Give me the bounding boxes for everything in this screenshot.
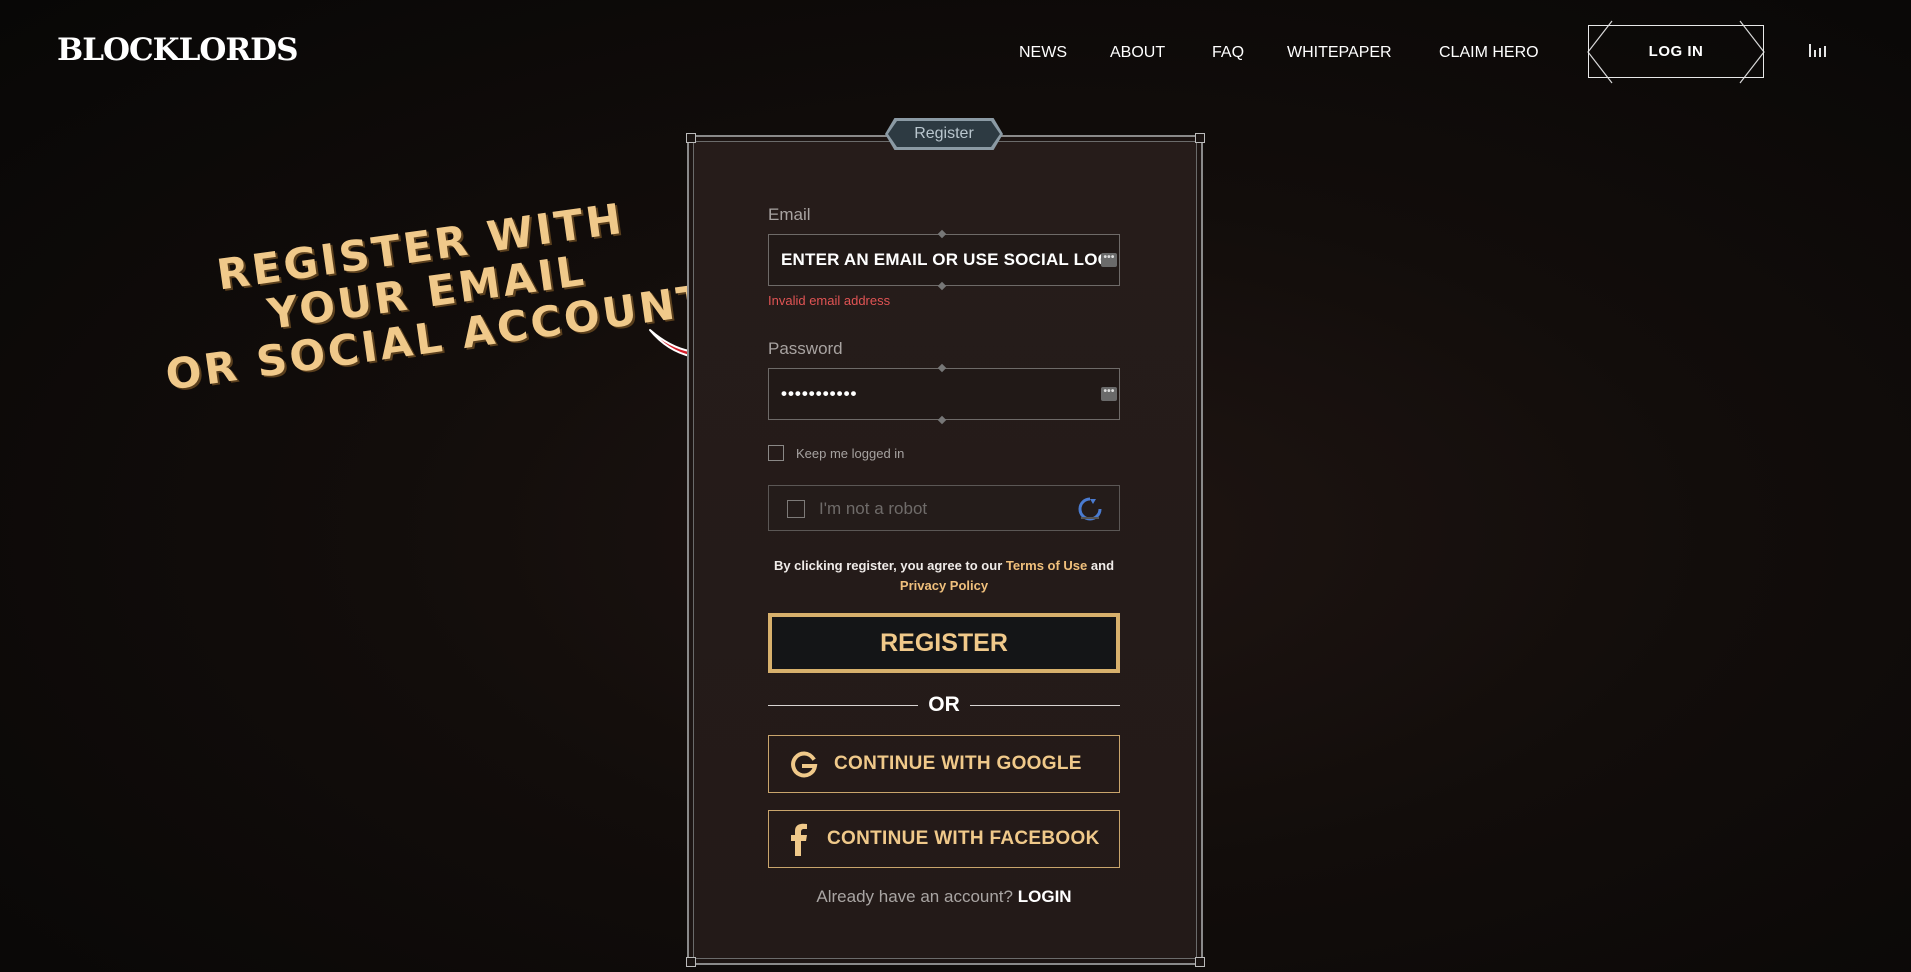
email-error: Invalid email address: [768, 293, 891, 308]
panel-corner: [686, 133, 696, 143]
panel-corner: [686, 957, 696, 967]
password-manager-icon[interactable]: •••: [1101, 253, 1117, 267]
login-link[interactable]: LOGIN: [1018, 887, 1072, 906]
nav-whitepaper[interactable]: WHITEPAPER: [1287, 44, 1392, 62]
recaptcha-icon: [1078, 497, 1102, 521]
google-button-label: CONTINUE WITH GOOGLE: [834, 753, 1082, 774]
terms-and: and: [1090, 558, 1115, 573]
captcha-label: I'm not a robot: [819, 499, 928, 518]
email-field[interactable]: ENTER AN EMAIL OR USE SOCIAL LOGIN •••: [768, 229, 1120, 291]
terms-prefix: By clicking register, you agree to our: [773, 558, 1003, 573]
password-value: •••••••••••: [781, 384, 858, 403]
nav-about[interactable]: ABOUT: [1110, 44, 1165, 62]
panel-corner: [1195, 957, 1205, 967]
privacy-policy-link[interactable]: Privacy Policy: [900, 578, 988, 593]
nav-news[interactable]: NEWS: [1019, 44, 1067, 62]
captcha-checkbox[interactable]: [787, 500, 805, 518]
audio-bars-icon[interactable]: [1808, 44, 1828, 58]
register-button[interactable]: REGISTER: [768, 613, 1120, 673]
panel-corner: [1195, 133, 1205, 143]
or-divider: OR: [768, 693, 1120, 719]
keep-logged-in-label: Keep me logged in: [796, 445, 905, 461]
google-button[interactable]: CONTINUE WITH GOOGLE: [768, 735, 1120, 793]
terms-notice: By clicking register, you agree to our T…: [768, 556, 1120, 596]
password-manager-icon[interactable]: •••: [1101, 387, 1117, 401]
facebook-icon: [787, 823, 811, 857]
register-tab: Register: [888, 121, 1000, 147]
facebook-button-label: CONTINUE WITH FACEBOOK: [827, 828, 1100, 849]
keep-logged-in-checkbox[interactable]: [768, 445, 784, 461]
email-value: ENTER AN EMAIL OR USE SOCIAL LOGIN: [781, 250, 1111, 269]
promo-text: REGISTER WITH YOUR EMAIL OR SOCIAL ACCOU…: [150, 187, 734, 400]
keep-logged-in-row[interactable]: Keep me logged in: [768, 445, 904, 461]
blocklords-logo[interactable]: BLOCKLORDS: [57, 32, 298, 68]
captcha-widget: I'm not a robot: [768, 485, 1120, 531]
or-label: OR: [928, 693, 960, 716]
facebook-button[interactable]: CONTINUE WITH FACEBOOK: [768, 810, 1120, 868]
nav-claim-hero[interactable]: CLAIM HERO: [1439, 44, 1539, 62]
login-button[interactable]: LOG IN: [1588, 25, 1764, 78]
password-label: Password: [768, 339, 843, 358]
google-icon: [789, 749, 819, 779]
terms-of-use-link[interactable]: Terms of Use: [1006, 558, 1087, 573]
email-label: Email: [768, 205, 811, 224]
nav-faq[interactable]: FAQ: [1212, 44, 1244, 62]
already-account-row: Already have an account? LOGIN: [768, 887, 1120, 907]
already-account-text: Already have an account?: [816, 887, 1013, 906]
password-field[interactable]: ••••••••••• •••: [768, 363, 1120, 425]
